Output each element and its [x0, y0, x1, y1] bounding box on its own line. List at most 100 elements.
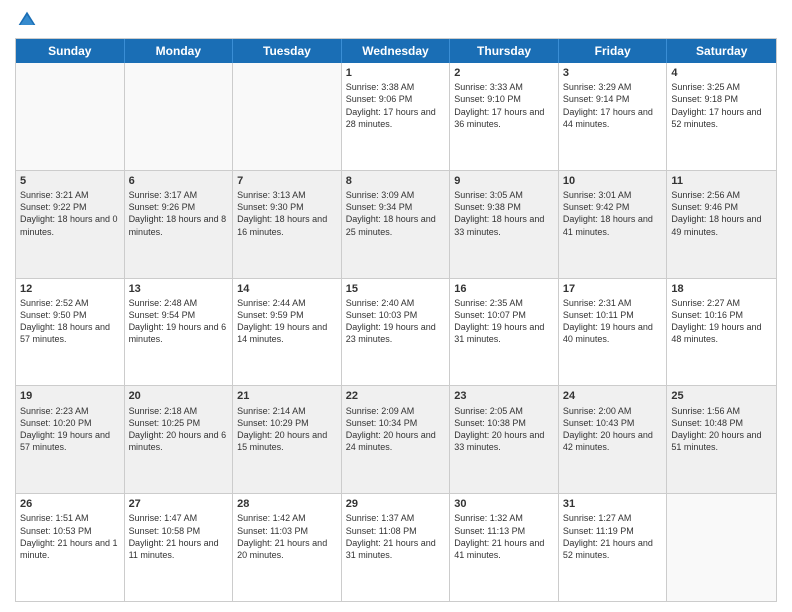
day-info: Sunrise: 2:52 AM Sunset: 9:50 PM Dayligh… [20, 297, 120, 346]
calendar-week-3: 12Sunrise: 2:52 AM Sunset: 9:50 PM Dayli… [16, 278, 776, 386]
day-cell-1: 1Sunrise: 3:38 AM Sunset: 9:06 PM Daylig… [342, 63, 451, 170]
day-number: 31 [563, 497, 663, 511]
day-cell-24: 24 Sunrise: 2:00 AM Sunset: 10:43 PM Dayl… [559, 386, 668, 493]
calendar-header: SundayMondayTuesdayWednesdayThursdayFrid… [16, 39, 776, 63]
day-number: 20 [129, 389, 229, 403]
day-info: Sunrise: 1:27 AM Sunset: 11:19 PM Daylig… [563, 512, 663, 561]
day-number: 6 [129, 174, 229, 188]
day-info: Sunrise: 3:33 AM Sunset: 9:10 PM Dayligh… [454, 81, 554, 130]
day-cell-12: 12Sunrise: 2:52 AM Sunset: 9:50 PM Dayli… [16, 279, 125, 386]
day-number: 11 [671, 174, 772, 188]
day-number: 2 [454, 66, 554, 80]
day-number: 29 [346, 497, 446, 511]
header [15, 10, 777, 30]
day-cell-31: 31Sunrise: 1:27 AM Sunset: 11:19 PM Dayl… [559, 494, 668, 601]
day-number: 22 [346, 389, 446, 403]
day-cell-27: 27Sunrise: 1:47 AM Sunset: 10:58 PM Dayl… [125, 494, 234, 601]
day-info: Sunrise: 2:14 AM Sunset: 10:29 PM Daylig… [237, 405, 337, 454]
day-number: 13 [129, 282, 229, 296]
day-info: Sunrise: 3:38 AM Sunset: 9:06 PM Dayligh… [346, 81, 446, 130]
day-number: 16 [454, 282, 554, 296]
day-number: 4 [671, 66, 772, 80]
day-info: Sunrise: 1:37 AM Sunset: 11:08 PM Daylig… [346, 512, 446, 561]
day-number: 25 [671, 389, 772, 403]
header-day-friday: Friday [559, 39, 668, 63]
day-number: 19 [20, 389, 120, 403]
day-cell-18: 18Sunrise: 2:27 AM Sunset: 10:16 PM Dayl… [667, 279, 776, 386]
day-number: 5 [20, 174, 120, 188]
day-cell-11: 11Sunrise: 2:56 AM Sunset: 9:46 PM Dayli… [667, 171, 776, 278]
day-cell-14: 14Sunrise: 2:44 AM Sunset: 9:59 PM Dayli… [233, 279, 342, 386]
day-info: Sunrise: 2:44 AM Sunset: 9:59 PM Dayligh… [237, 297, 337, 346]
day-info: Sunrise: 3:21 AM Sunset: 9:22 PM Dayligh… [20, 189, 120, 238]
day-cell-21: 21 Sunrise: 2:14 AM Sunset: 10:29 PM Dayl… [233, 386, 342, 493]
day-info: Sunrise: 1:47 AM Sunset: 10:58 PM Daylig… [129, 512, 229, 561]
day-cell-15: 15Sunrise: 2:40 AM Sunset: 10:03 PM Dayl… [342, 279, 451, 386]
day-cell-16: 16Sunrise: 2:35 AM Sunset: 10:07 PM Dayl… [450, 279, 559, 386]
day-cell-25: 25 Sunrise: 1:56 AM Sunset: 10:48 PM Dayl… [667, 386, 776, 493]
day-cell-7: 7Sunrise: 3:13 AM Sunset: 9:30 PM Daylig… [233, 171, 342, 278]
day-number: 24 [563, 389, 663, 403]
day-cell-20: 20 Sunrise: 2:18 AM Sunset: 10:25 PM Dayl… [125, 386, 234, 493]
day-cell-28: 28Sunrise: 1:42 AM Sunset: 11:03 PM Dayl… [233, 494, 342, 601]
calendar: SundayMondayTuesdayWednesdayThursdayFrid… [15, 38, 777, 602]
day-cell-3: 3Sunrise: 3:29 AM Sunset: 9:14 PM Daylig… [559, 63, 668, 170]
header-day-saturday: Saturday [667, 39, 776, 63]
day-number: 1 [346, 66, 446, 80]
day-cell-19: 19Sunrise: 2:23 AM Sunset: 10:20 PM Dayl… [16, 386, 125, 493]
empty-cell [125, 63, 234, 170]
day-number: 23 [454, 389, 554, 403]
day-number: 27 [129, 497, 229, 511]
day-cell-23: 23 Sunrise: 2:05 AM Sunset: 10:38 PM Dayl… [450, 386, 559, 493]
day-cell-10: 10Sunrise: 3:01 AM Sunset: 9:42 PM Dayli… [559, 171, 668, 278]
day-cell-2: 2Sunrise: 3:33 AM Sunset: 9:10 PM Daylig… [450, 63, 559, 170]
calendar-body: 1Sunrise: 3:38 AM Sunset: 9:06 PM Daylig… [16, 63, 776, 601]
day-number: 3 [563, 66, 663, 80]
day-number: 15 [346, 282, 446, 296]
day-cell-17: 17Sunrise: 2:31 AM Sunset: 10:11 PM Dayl… [559, 279, 668, 386]
logo-icon [17, 10, 37, 30]
day-info: Sunrise: 3:05 AM Sunset: 9:38 PM Dayligh… [454, 189, 554, 238]
calendar-week-1: 1Sunrise: 3:38 AM Sunset: 9:06 PM Daylig… [16, 63, 776, 170]
calendar-week-5: 26Sunrise: 1:51 AM Sunset: 10:53 PM Dayl… [16, 493, 776, 601]
page: SundayMondayTuesdayWednesdayThursdayFrid… [0, 0, 792, 612]
empty-cell [16, 63, 125, 170]
day-info: Sunrise: 2:56 AM Sunset: 9:46 PM Dayligh… [671, 189, 772, 238]
day-info: Sunrise: 2:09 AM Sunset: 10:34 PM Daylig… [346, 405, 446, 454]
calendar-week-4: 19Sunrise: 2:23 AM Sunset: 10:20 PM Dayl… [16, 385, 776, 493]
header-day-sunday: Sunday [16, 39, 125, 63]
day-cell-5: 5Sunrise: 3:21 AM Sunset: 9:22 PM Daylig… [16, 171, 125, 278]
header-day-wednesday: Wednesday [342, 39, 451, 63]
day-info: Sunrise: 2:18 AM Sunset: 10:25 PM Daylig… [129, 405, 229, 454]
empty-cell [233, 63, 342, 170]
day-number: 21 [237, 389, 337, 403]
day-number: 10 [563, 174, 663, 188]
header-day-thursday: Thursday [450, 39, 559, 63]
day-number: 7 [237, 174, 337, 188]
day-cell-13: 13Sunrise: 2:48 AM Sunset: 9:54 PM Dayli… [125, 279, 234, 386]
day-info: Sunrise: 1:32 AM Sunset: 11:13 PM Daylig… [454, 512, 554, 561]
day-cell-22: 22 Sunrise: 2:09 AM Sunset: 10:34 PM Dayl… [342, 386, 451, 493]
day-info: Sunrise: 1:42 AM Sunset: 11:03 PM Daylig… [237, 512, 337, 561]
day-info: Sunrise: 2:27 AM Sunset: 10:16 PM Daylig… [671, 297, 772, 346]
day-number: 26 [20, 497, 120, 511]
logo [15, 10, 37, 30]
day-info: Sunrise: 3:17 AM Sunset: 9:26 PM Dayligh… [129, 189, 229, 238]
day-number: 30 [454, 497, 554, 511]
day-number: 14 [237, 282, 337, 296]
day-info: Sunrise: 2:31 AM Sunset: 10:11 PM Daylig… [563, 297, 663, 346]
day-number: 17 [563, 282, 663, 296]
day-number: 28 [237, 497, 337, 511]
day-info: Sunrise: 3:01 AM Sunset: 9:42 PM Dayligh… [563, 189, 663, 238]
day-info: Sunrise: 2:35 AM Sunset: 10:07 PM Daylig… [454, 297, 554, 346]
header-day-monday: Monday [125, 39, 234, 63]
empty-cell [667, 494, 776, 601]
day-info: Sunrise: 2:05 AM Sunset: 10:38 PM Daylig… [454, 405, 554, 454]
day-number: 8 [346, 174, 446, 188]
day-info: Sunrise: 3:09 AM Sunset: 9:34 PM Dayligh… [346, 189, 446, 238]
day-info: Sunrise: 3:29 AM Sunset: 9:14 PM Dayligh… [563, 81, 663, 130]
day-info: Sunrise: 2:40 AM Sunset: 10:03 PM Daylig… [346, 297, 446, 346]
day-info: Sunrise: 1:56 AM Sunset: 10:48 PM Daylig… [671, 405, 772, 454]
day-info: Sunrise: 2:00 AM Sunset: 10:43 PM Daylig… [563, 405, 663, 454]
day-info: Sunrise: 3:25 AM Sunset: 9:18 PM Dayligh… [671, 81, 772, 130]
